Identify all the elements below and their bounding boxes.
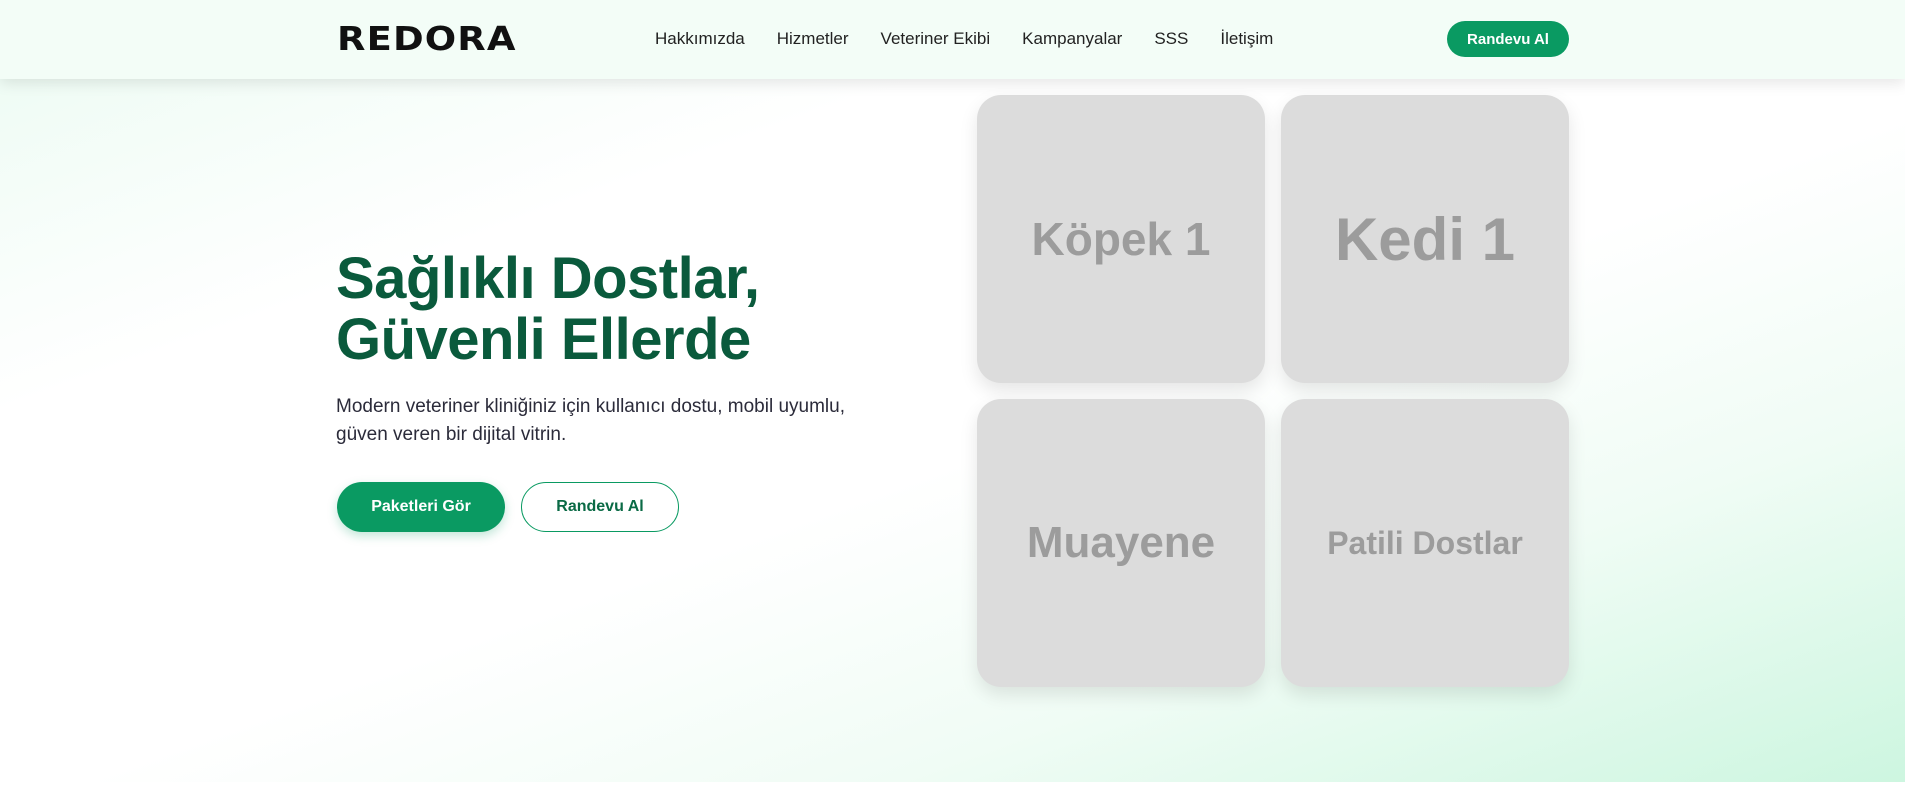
hero-subtitle-line-1: Modern veteriner kliniğiniz için kullanı…: [336, 396, 846, 417]
hero-title: Sağlıklı Dostlar, Güvenli Ellerde: [336, 248, 936, 370]
nav-item-vet-team[interactable]: Veteriner Ekibi: [881, 28, 991, 50]
hero-subtitle: Modern veteriner kliniğiniz için kullanı…: [336, 393, 896, 449]
nav-item-about[interactable]: Hakkımızda: [655, 28, 745, 50]
header-appointment-button[interactable]: Randevu Al: [1447, 21, 1569, 57]
hero-title-line-1: Sağlıklı Dostlar,: [336, 246, 760, 311]
nav-item-faq[interactable]: SSS: [1154, 28, 1188, 50]
gallery-tile-exam: Muayene: [977, 399, 1265, 687]
hero-appointment-button[interactable]: Randevu Al: [521, 482, 679, 532]
hero-background: [0, 0, 1905, 782]
main-nav: Hakkımızda Hizmetler Veteriner Ekibi Kam…: [655, 28, 1273, 50]
nav-item-contact[interactable]: İletişim: [1220, 28, 1273, 50]
hero-subtitle-line-2: güven veren bir dijital vitrin.: [336, 424, 567, 445]
brand-logo[interactable]: REDORA: [337, 21, 517, 57]
nav-item-services[interactable]: Hizmetler: [777, 28, 849, 50]
nav-item-campaigns[interactable]: Kampanyalar: [1022, 28, 1122, 50]
gallery-tile-dog: Köpek 1: [977, 95, 1265, 383]
hero-title-line-2: Güvenli Ellerde: [336, 307, 751, 372]
gallery-tile-pets: Patili Dostlar: [1281, 399, 1569, 687]
site-header: REDORA Hakkımızda Hizmetler Veteriner Ek…: [0, 0, 1905, 79]
view-packages-button[interactable]: Paketleri Gör: [337, 482, 505, 532]
gallery-tile-cat: Kedi 1: [1281, 95, 1569, 383]
